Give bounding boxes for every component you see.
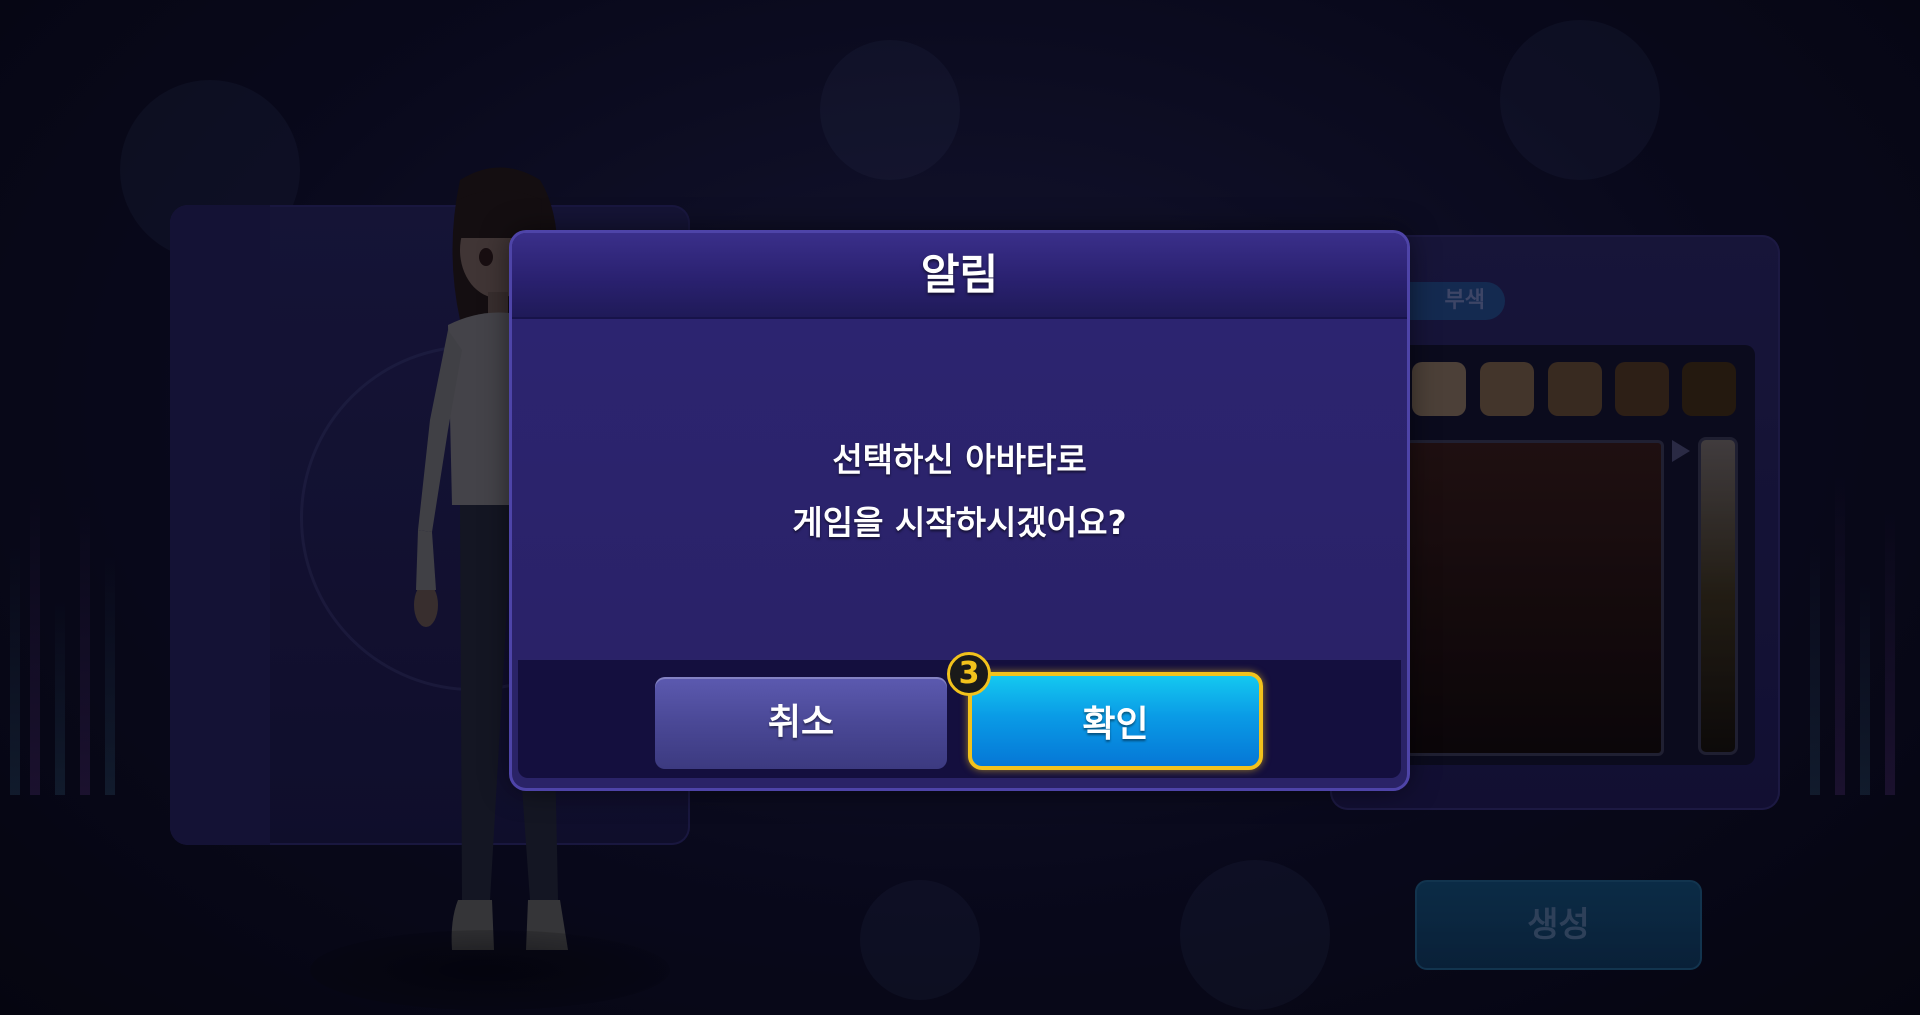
confirm-dialog: 알림 선택하신 아바타로 게임을 시작하시겠어요? 취소 확인 [512,233,1407,788]
dialog-message-line1: 선택하신 아바타로 [832,440,1087,479]
cancel-button[interactable]: 취소 [655,677,947,769]
dialog-body [512,319,1407,659]
confirm-button[interactable]: 확인 [968,672,1263,770]
step-number-badge: 3 [947,652,991,696]
dialog-message-line2: 게임을 시작하시겠어요? [792,503,1127,542]
dialog-title: 알림 [920,250,999,299]
